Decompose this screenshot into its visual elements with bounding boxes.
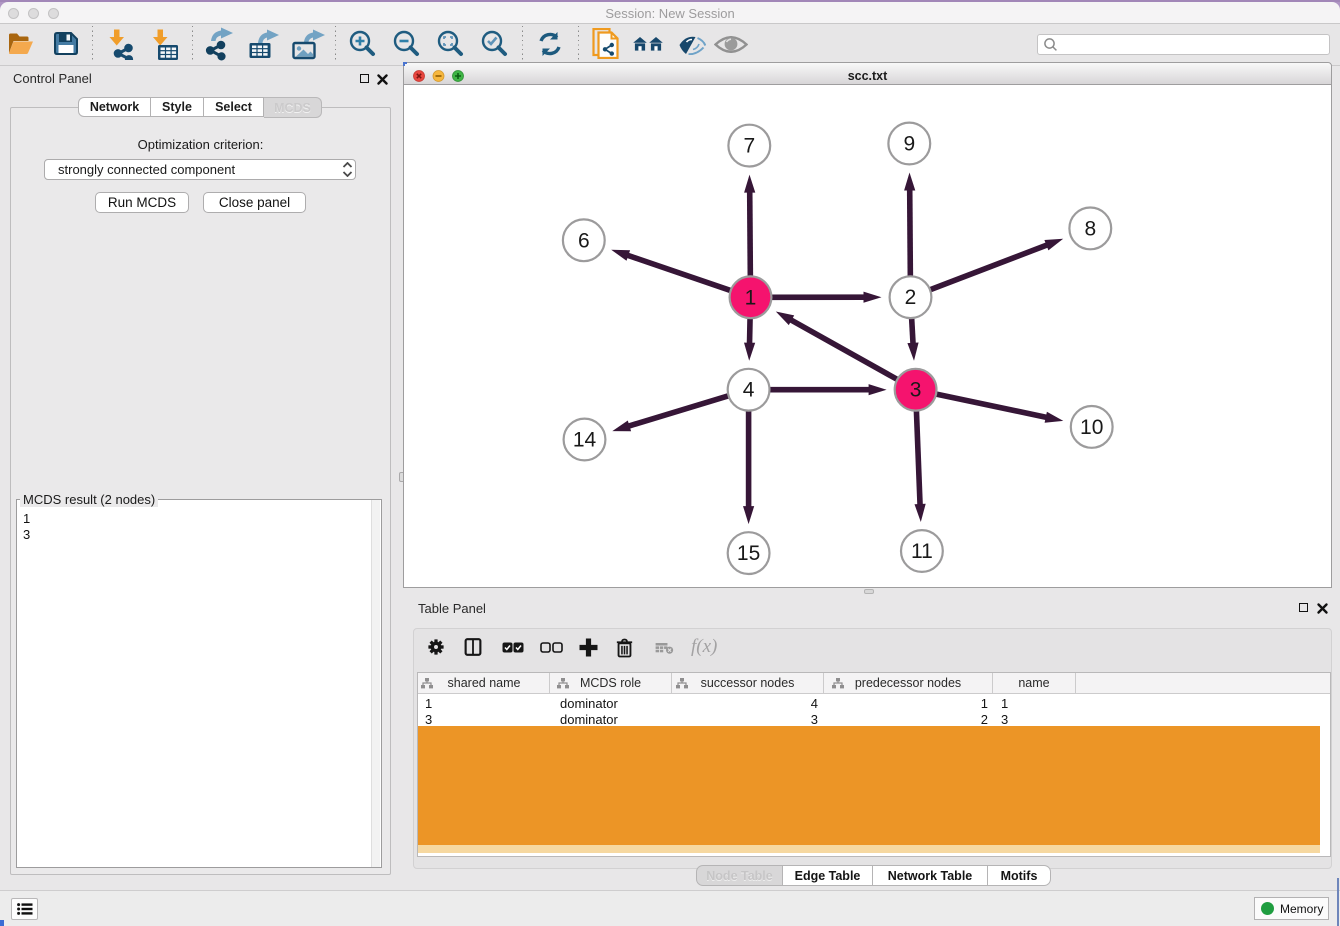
svg-text:15: 15 [737,542,760,565]
svg-text:9: 9 [903,133,915,156]
svg-text:1: 1 [745,286,757,309]
svg-text:6: 6 [578,229,590,252]
svg-text:2: 2 [905,286,917,309]
svg-text:14: 14 [573,429,597,452]
svg-text:4: 4 [743,379,755,402]
svg-text:11: 11 [911,540,933,563]
svg-text:8: 8 [1084,217,1096,240]
svg-text:10: 10 [1080,416,1103,439]
svg-text:7: 7 [743,135,755,158]
svg-text:3: 3 [910,379,922,402]
